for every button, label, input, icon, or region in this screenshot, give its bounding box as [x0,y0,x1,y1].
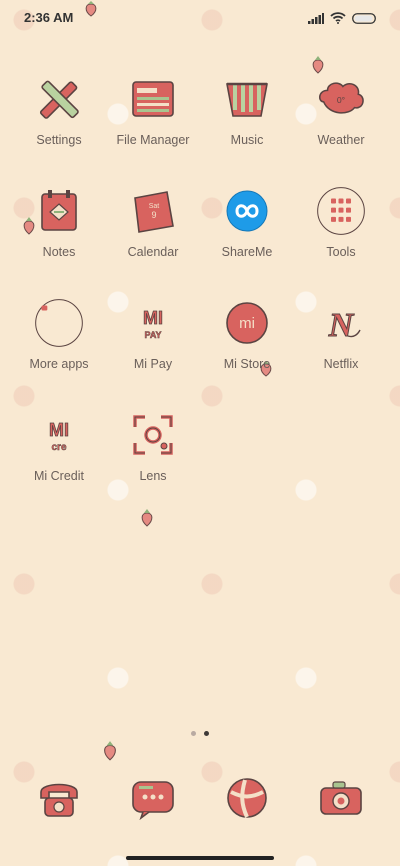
app-label: Music [230,133,264,147]
app-label: Mi Pay [133,357,173,371]
app-label: More apps [29,357,89,371]
battery-icon [352,11,376,29]
app-label: Lens [139,469,167,483]
mi-credit-logo-top: MI [49,420,69,440]
mi-pay-icon[interactable]: MI PAY [128,298,178,348]
status-icons [308,11,376,29]
app-settings[interactable]: Settings [12,74,106,186]
app-calendar[interactable]: Sat 9 Calendar [106,186,200,298]
page-indicator [0,731,400,736]
app-mi-credit[interactable]: MI cre Mi Credit [12,410,106,522]
status-time: 2:36 AM [24,10,74,25]
app-label: Mi Store [223,357,271,371]
dock [12,770,388,826]
file-manager-icon[interactable] [128,74,178,124]
mi-pay-logo-bottom: PAY [144,330,161,340]
more-apps-folder-icon[interactable] [34,298,84,348]
app-shareme[interactable]: ShareMe [200,186,294,298]
calendar-icon[interactable]: Sat 9 [128,186,178,236]
wifi-icon [330,11,346,29]
app-mi-pay[interactable]: MI PAY Mi Pay [106,298,200,410]
app-netflix[interactable]: N Netflix [294,298,388,410]
calendar-date: 9 [151,210,156,220]
app-label: Mi Credit [33,469,84,483]
weather-temp: 0° [337,95,345,105]
dock-phone[interactable] [12,770,106,826]
app-label: Calendar [127,245,179,259]
mi-credit-logo-bottom: cre [51,442,66,453]
phone-icon[interactable] [34,773,84,823]
dock-browser[interactable] [200,770,294,826]
mi-pay-logo-top: MI [143,308,163,328]
page-dot-current[interactable] [204,731,209,736]
weather-icon[interactable]: 0° [316,74,366,124]
music-icon[interactable] [222,74,272,124]
shareme-icon[interactable] [222,186,272,236]
app-music[interactable]: Music [200,74,294,186]
netflix-icon[interactable]: N [316,298,366,348]
browser-icon[interactable] [222,773,272,823]
app-label: File Manager [116,133,190,147]
messages-icon[interactable] [128,773,178,823]
home-indicator-bar[interactable] [126,856,274,860]
camera-icon[interactable] [316,773,366,823]
folder-tools[interactable]: Tools [294,186,388,298]
dock-camera[interactable] [294,770,388,826]
app-weather[interactable]: 0° Weather [294,74,388,186]
strawberry-decoration [312,56,324,74]
app-grid: Settings File Manager Music 0° Weather N… [12,74,388,522]
settings-icon[interactable] [34,74,84,124]
app-label: Settings [36,133,82,147]
status-bar: 2:36 AM [0,0,400,36]
app-notes[interactable]: Notes [12,186,106,298]
app-lens[interactable]: Lens [106,410,200,522]
app-label: Weather [317,133,365,147]
strawberry-decoration [85,1,97,17]
mi-store-logo: mi [239,315,255,332]
app-label: Netflix [323,357,359,371]
dock-messages[interactable] [106,770,200,826]
app-label: Tools [326,245,356,259]
app-file-manager[interactable]: File Manager [106,74,200,186]
signal-icon [308,11,324,29]
page-dot[interactable] [191,731,196,736]
app-label: Notes [42,245,76,259]
app-mi-store[interactable]: mi Mi Store [200,298,294,410]
netflix-logo: N [328,307,355,344]
mi-credit-icon[interactable]: MI cre [34,410,84,460]
app-label: ShareMe [221,245,273,259]
strawberry-decoration [104,741,116,761]
calendar-day: Sat [149,203,160,210]
tools-folder-icon[interactable] [316,186,366,236]
notes-icon[interactable] [34,186,84,236]
folder-more-apps[interactable]: More apps [12,298,106,410]
mi-store-icon[interactable]: mi [222,298,272,348]
lens-icon[interactable] [128,410,178,460]
